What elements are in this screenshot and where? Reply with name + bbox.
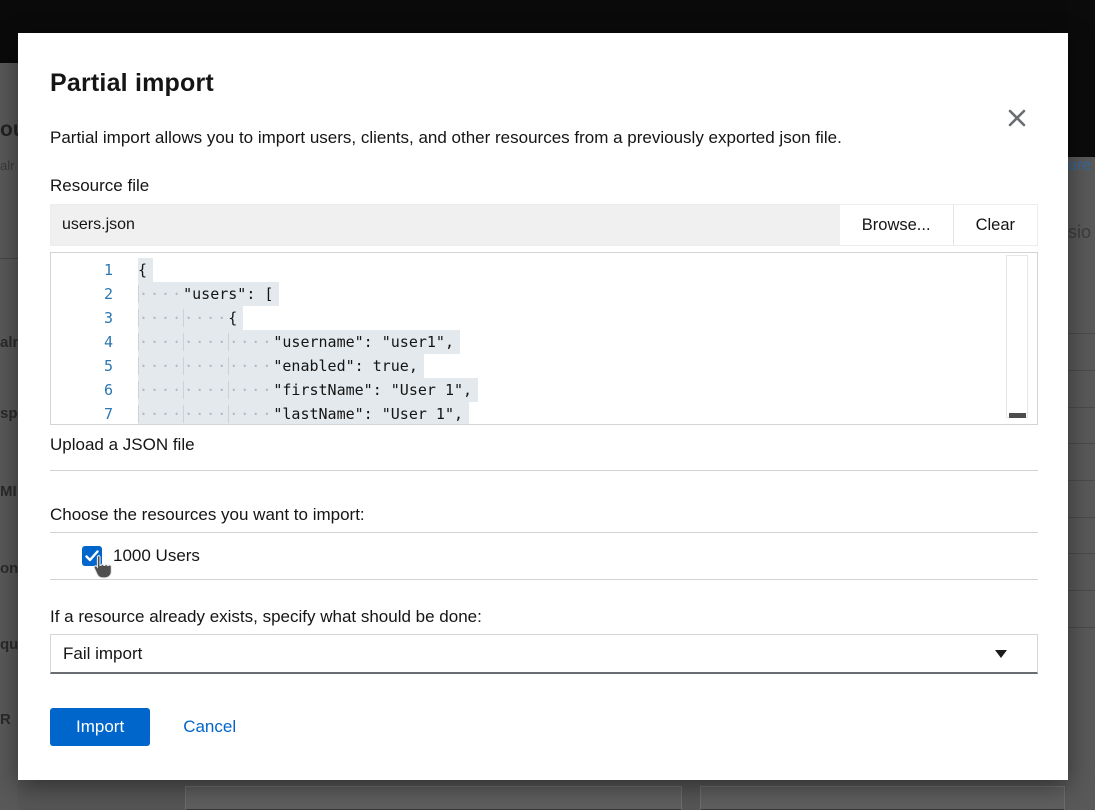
divider bbox=[50, 470, 1038, 471]
json-code-editor[interactable]: 1{2····"users": [3········{4············… bbox=[50, 252, 1038, 425]
whitespace-dots: ···· bbox=[138, 357, 183, 375]
selected-code-text: ············"firstName": "User 1", bbox=[138, 378, 478, 402]
close-button[interactable] bbox=[1006, 107, 1028, 129]
background-text-fragment: alr bbox=[0, 158, 14, 173]
code-text: { bbox=[228, 309, 237, 327]
background-masthead-right bbox=[1066, 0, 1095, 157]
line-number: 6 bbox=[51, 378, 113, 402]
whitespace-dots: ···· bbox=[183, 309, 228, 327]
background-row-divider bbox=[1066, 480, 1095, 481]
code-line: 5············"enabled": true, bbox=[51, 354, 1037, 378]
code-text: "lastName": "User 1", bbox=[273, 405, 463, 423]
selected-code-text: ············"enabled": true, bbox=[138, 354, 424, 378]
background-text-fragment: qu bbox=[0, 636, 18, 653]
whitespace-dots: ···· bbox=[138, 333, 183, 351]
code-lines: 1{2····"users": [3········{4············… bbox=[51, 253, 1037, 425]
file-upload-field: users.json Browse... Clear bbox=[50, 204, 1038, 246]
selected-code-text: ········{ bbox=[138, 306, 243, 330]
modal-actions: Import Cancel bbox=[50, 708, 1038, 746]
background-text-fragment: MI bbox=[0, 483, 17, 500]
code-line: 2 ····"users": [ bbox=[51, 282, 1037, 306]
users-resource-row: 1000 Users bbox=[50, 533, 1038, 579]
background-page-left-edge: ou alr aln spl MI ont qu R bbox=[0, 63, 18, 810]
whitespace-dots: ···· bbox=[138, 381, 183, 399]
background-row-divider bbox=[1066, 553, 1095, 554]
selected-code-text: ····"users": [ bbox=[138, 282, 279, 306]
whitespace-dots: ···· bbox=[138, 285, 183, 303]
line-number: 4 bbox=[51, 330, 113, 354]
selected-code-text: ············"username": "user1", bbox=[138, 330, 460, 354]
line-number: 5 bbox=[51, 354, 113, 378]
background-input-fragment bbox=[185, 786, 682, 810]
whitespace-dots: ···· bbox=[183, 357, 228, 375]
code-line: 6············"firstName": "User 1", bbox=[51, 378, 1037, 402]
background-divider bbox=[0, 258, 18, 259]
code-text: "username": "user1", bbox=[273, 333, 454, 351]
modal-title: Partial import bbox=[50, 68, 1038, 98]
whitespace-dots: ···· bbox=[228, 333, 273, 351]
divider bbox=[50, 579, 1038, 580]
background-row-divider bbox=[1066, 590, 1095, 591]
clear-button[interactable]: Clear bbox=[954, 205, 1037, 245]
modal-description: Partial import allows you to import user… bbox=[50, 126, 1038, 149]
line-number: 2 bbox=[51, 282, 113, 306]
whitespace-dots: ···· bbox=[183, 381, 228, 399]
background-input-fragment bbox=[700, 786, 1065, 810]
code-line: 3········{ bbox=[51, 306, 1037, 330]
code-text: { bbox=[138, 261, 147, 279]
code-line: 7············"lastName": "User 1", bbox=[51, 402, 1037, 425]
choose-resources-label: Choose the resources you want to import: bbox=[50, 504, 1038, 526]
line-number: 7 bbox=[51, 402, 113, 425]
background-page-right-edge: ore sio bbox=[1066, 157, 1095, 810]
conflict-policy-select[interactable]: Fail import bbox=[50, 634, 1038, 674]
whitespace-dots: ···· bbox=[138, 309, 183, 327]
background-text-fragment: aln bbox=[0, 334, 18, 351]
editor-scrollbar-track[interactable] bbox=[1006, 255, 1028, 418]
close-icon bbox=[1006, 107, 1028, 129]
background-page-bottom-edge bbox=[18, 780, 1066, 810]
screen: ou alr aln spl MI ont qu R ore sio Parti… bbox=[0, 0, 1095, 810]
users-checkbox[interactable] bbox=[82, 546, 102, 566]
line-number: 1 bbox=[51, 258, 113, 282]
chevron-down-icon bbox=[995, 650, 1007, 658]
background-row-divider bbox=[1066, 627, 1095, 628]
code-text: "firstName": "User 1", bbox=[273, 381, 472, 399]
whitespace-dots: ···· bbox=[228, 405, 273, 423]
whitespace-dots: ···· bbox=[183, 333, 228, 351]
resource-file-label: Resource file bbox=[50, 175, 1038, 197]
background-row-divider bbox=[1066, 333, 1095, 334]
file-name-value[interactable]: users.json bbox=[51, 205, 840, 245]
background-row-divider bbox=[1066, 443, 1095, 444]
background-text-fragment: spl bbox=[0, 405, 18, 422]
cancel-link[interactable]: Cancel bbox=[183, 717, 236, 737]
users-checkbox-label: 1000 Users bbox=[113, 546, 200, 566]
check-icon bbox=[85, 550, 99, 562]
background-link-fragment: ore bbox=[1068, 157, 1091, 175]
import-button[interactable]: Import bbox=[50, 708, 150, 746]
browse-button[interactable]: Browse... bbox=[840, 205, 953, 245]
code-text: "users": [ bbox=[183, 285, 273, 303]
background-row-divider bbox=[1066, 517, 1095, 518]
background-row-divider bbox=[1066, 370, 1095, 371]
selected-code-text: { bbox=[138, 258, 153, 282]
code-line: 4············"username": "user1", bbox=[51, 330, 1037, 354]
code-text: "enabled": true, bbox=[273, 357, 418, 375]
selected-code-text: ············"lastName": "User 1", bbox=[138, 402, 469, 425]
background-row-divider bbox=[1066, 407, 1095, 408]
background-text-fragment: sio bbox=[1068, 222, 1091, 243]
selected-option: Fail import bbox=[63, 644, 142, 664]
code-line: 1{ bbox=[51, 258, 1037, 282]
whitespace-dots: ···· bbox=[228, 381, 273, 399]
partial-import-modal: Partial import Partial import allows you… bbox=[18, 33, 1068, 780]
whitespace-dots: ···· bbox=[183, 405, 228, 423]
background-text-fragment: R bbox=[0, 711, 11, 728]
conflict-policy-label: If a resource already exists, specify wh… bbox=[50, 606, 1038, 628]
background-text-fragment: ont bbox=[0, 560, 18, 577]
whitespace-dots: ···· bbox=[228, 357, 273, 375]
editor-scrollbar-thumb[interactable] bbox=[1009, 413, 1026, 418]
upload-helper-text: Upload a JSON file bbox=[50, 434, 1038, 456]
whitespace-dots: ···· bbox=[138, 405, 183, 423]
line-number: 3 bbox=[51, 306, 113, 330]
background-text-fragment: ou bbox=[0, 118, 18, 142]
